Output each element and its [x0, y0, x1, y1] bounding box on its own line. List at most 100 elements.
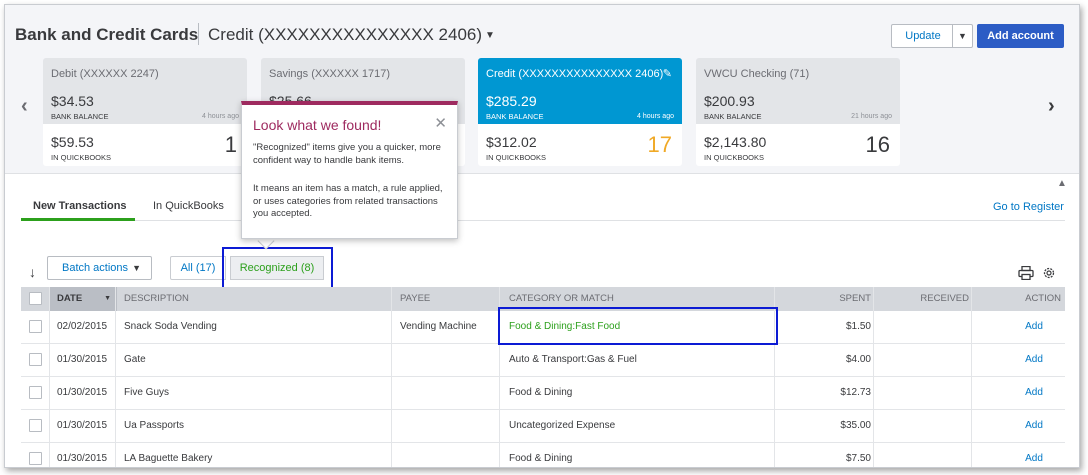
card-bank-label: BANK BALANCE [704, 112, 762, 121]
card-qb-label: IN QUICKBOOKS [486, 153, 547, 162]
column-header-payee: PAYEE [400, 293, 431, 304]
card-qb-section: $2,143.80 IN QUICKBOOKS 16 [696, 124, 900, 166]
card-qb-label: IN QUICKBOOKS [51, 153, 112, 162]
chevron-down-icon: ▼ [132, 263, 141, 273]
card-bank-label: BANK BALANCE [486, 112, 544, 121]
carousel-next-icon[interactable]: › [1048, 95, 1055, 118]
card-qb-balance: $312.02 [486, 134, 537, 150]
column-header-action: ACTION [1025, 293, 1061, 304]
batch-actions-button[interactable]: Batch actions ▼ [47, 256, 152, 280]
add-account-button[interactable]: Add account [977, 24, 1064, 48]
row-description: Ua Passports [124, 420, 185, 431]
gear-icon[interactable] [1042, 266, 1056, 280]
row-add-link[interactable]: Add [1006, 311, 1062, 343]
row-checkbox[interactable] [29, 386, 42, 399]
go-to-register-link[interactable]: Go to Register [993, 201, 1064, 213]
column-divider [115, 287, 116, 467]
account-selector[interactable]: Credit (XXXXXXXXXXXXXXX 2406) ▼ [208, 25, 495, 45]
card-bank-section: Debit (XXXXXX 2247) $34.53 BANK BALANCE … [43, 58, 247, 124]
popover-text-2: It means an item has a match, a rule app… [253, 183, 443, 219]
account-card-debit[interactable]: Debit (XXXXXX 2247) $34.53 BANK BALANCE … [43, 58, 247, 166]
row-description: Snack Soda Vending [124, 321, 217, 332]
table-row[interactable]: 01/30/2015 Five Guys Food & Dining $12.7… [21, 377, 1065, 410]
row-spent: $35.00 [840, 420, 871, 431]
row-checkbox[interactable] [29, 419, 42, 432]
column-divider [873, 287, 874, 467]
row-category[interactable]: Food & Dining [509, 443, 572, 467]
account-card-credit[interactable]: Credit (XXXXXXXXXXXXXXX 2406) ✎ $285.29 … [478, 58, 682, 166]
card-qb-section: $312.02 IN QUICKBOOKS 17 [478, 124, 682, 166]
row-received [879, 311, 969, 343]
table-row[interactable]: 01/30/2015 Ua Passports Uncategorized Ex… [21, 410, 1065, 443]
select-all-checkbox[interactable] [29, 292, 42, 305]
card-qb-section: $59.53 IN QUICKBOOKS 1 [43, 124, 247, 166]
app-window: Bank and Credit Cards Credit (XXXXXXXXXX… [4, 4, 1080, 468]
card-name: Debit (XXXXXX 2247) [51, 68, 159, 80]
column-header-spent: SPENT [839, 293, 871, 304]
card-bank-balance: $34.53 [51, 93, 94, 109]
table-row[interactable]: 01/30/2015 Gate Auto & Transport:Gas & F… [21, 344, 1065, 377]
column-divider [971, 287, 972, 467]
sort-arrow-icon[interactable]: ↓ [29, 264, 36, 280]
print-icon[interactable] [1018, 266, 1034, 280]
edit-pencil-icon[interactable]: ✎ [663, 67, 672, 80]
card-count: 1 [224, 132, 237, 157]
row-category[interactable]: Uncategorized Expense [509, 410, 615, 442]
row-spent: $12.73 [840, 387, 871, 398]
card-bank-balance: $200.93 [704, 93, 755, 109]
chevron-down-icon: ▼ [485, 30, 495, 42]
row-checkbox[interactable] [29, 353, 42, 366]
collapse-chevron-icon[interactable]: ▲ [1057, 178, 1067, 189]
column-header-date-label: DATE [57, 293, 83, 304]
row-description: Five Guys [124, 387, 170, 398]
row-spent: $4.00 [845, 354, 871, 365]
card-qb-balance: $2,143.80 [704, 134, 767, 150]
row-checkbox[interactable] [29, 452, 42, 465]
popover-title: Look what we found! [253, 117, 382, 133]
tab-divider [21, 220, 1065, 221]
recognized-popover: Look what we found! ✕ "Recognized" items… [241, 101, 458, 239]
row-add-link[interactable]: Add [1006, 410, 1062, 442]
card-count: 17 [647, 132, 672, 157]
tab-new-transactions[interactable]: New Transactions [33, 200, 127, 212]
row-add-link[interactable]: Add [1006, 443, 1062, 467]
row-category[interactable]: Auto & Transport:Gas & Fuel [509, 344, 637, 376]
page-title: Bank and Credit Cards [15, 25, 199, 44]
sort-caret-icon: ▼ [104, 295, 111, 302]
table-row[interactable]: 01/30/2015 LA Baguette Bakery Food & Din… [21, 443, 1065, 467]
popover-text-1: "Recognized" items give you a quicker, m… [253, 142, 441, 166]
card-qb-balance: $59.53 [51, 134, 94, 150]
row-received [879, 377, 969, 409]
account-selector-label: Credit (XXXXXXXXXXXXXXX 2406) [208, 25, 483, 44]
column-header-description: DESCRIPTION [124, 293, 189, 304]
row-date: 02/02/2015 [57, 321, 108, 332]
card-updated: 21 hours ago [851, 113, 892, 120]
column-header-received: RECEIVED [920, 293, 969, 304]
row-received [879, 344, 969, 376]
row-payee: Vending Machine [400, 321, 477, 332]
row-category[interactable]: Food & Dining [509, 377, 572, 409]
update-button-label: Update [905, 30, 941, 42]
tab-in-quickbooks[interactable]: In QuickBooks [153, 200, 224, 212]
card-bank-label: BANK BALANCE [51, 112, 109, 121]
account-card-vwcu[interactable]: VWCU Checking (71) $200.93 BANK BALANCE … [696, 58, 900, 166]
row-add-link[interactable]: Add [1006, 344, 1062, 376]
update-button[interactable]: Update ▼ [891, 24, 973, 48]
card-qb-label: IN QUICKBOOKS [704, 153, 765, 162]
row-spent: $1.50 [845, 321, 871, 332]
filter-all-button[interactable]: All (17) [170, 256, 226, 280]
update-dropdown-icon[interactable]: ▼ [952, 25, 972, 47]
row-date: 01/30/2015 [57, 387, 108, 398]
close-icon[interactable]: ✕ [434, 114, 447, 132]
carousel-prev-icon[interactable]: ‹ [21, 95, 28, 118]
card-name: VWCU Checking (71) [704, 68, 810, 80]
column-header-date[interactable]: DATE ▼ [49, 287, 117, 311]
row-date: 01/30/2015 [57, 420, 108, 431]
row-checkbox[interactable] [29, 320, 42, 333]
batch-actions-label: Batch actions [62, 262, 129, 274]
card-name: Savings (XXXXXX 1717) [269, 68, 391, 80]
card-name: Credit (XXXXXXXXXXXXXXX 2406) [486, 68, 664, 80]
row-spent: $7.50 [845, 453, 871, 464]
annotation-highlight-category [498, 307, 778, 345]
row-add-link[interactable]: Add [1006, 377, 1062, 409]
